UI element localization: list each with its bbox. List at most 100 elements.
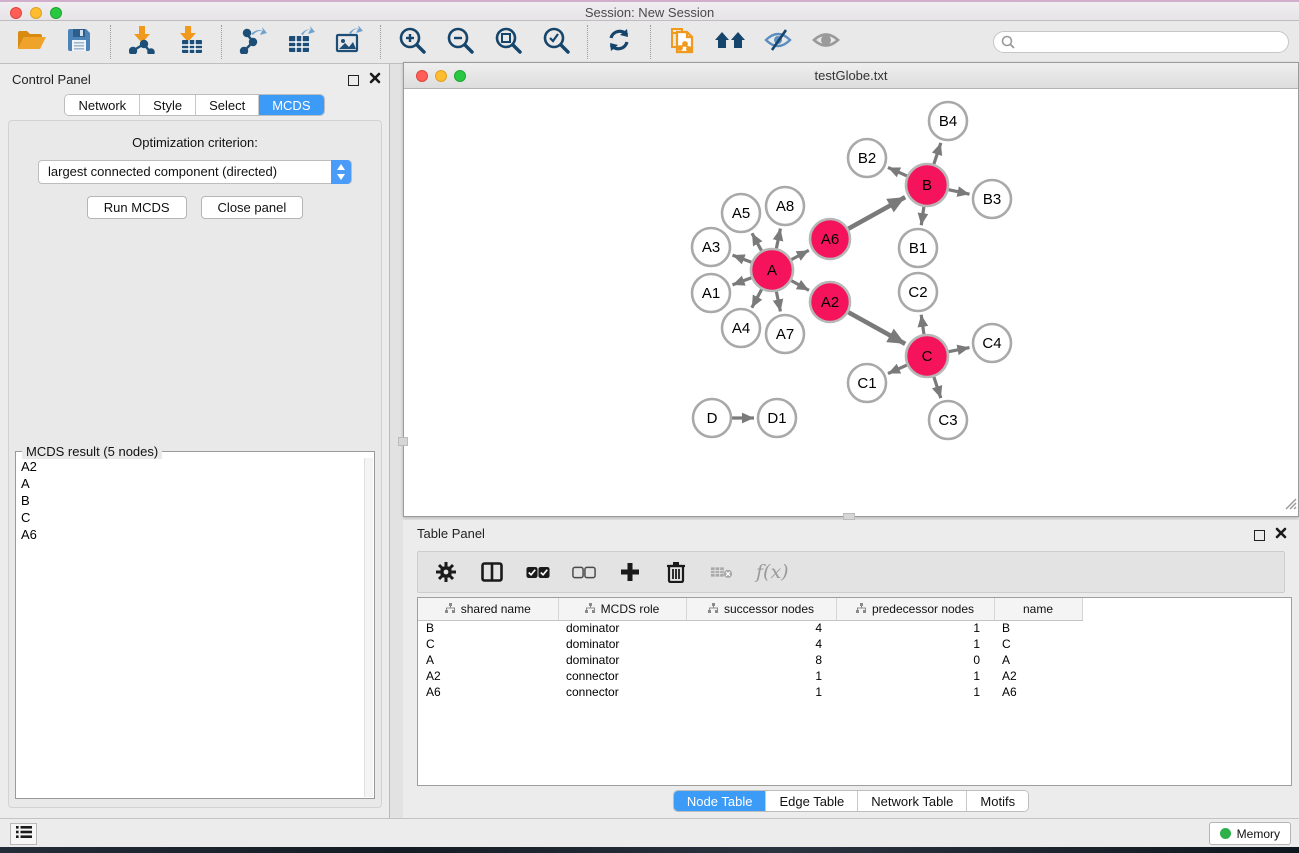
show-all-button[interactable] [809,25,843,59]
node-B3[interactable]: B3 [973,180,1011,218]
cell-MCDS-role[interactable]: connector [558,684,686,700]
column-view-button[interactable] [480,560,504,584]
tab-motifs[interactable]: Motifs [967,791,1028,811]
zoom-in-button[interactable] [395,25,429,59]
mcds-result-item[interactable]: A6 [17,526,364,543]
cell-MCDS-role[interactable]: dominator [558,620,686,636]
cell-name[interactable]: A2 [994,668,1082,684]
cell-predecessor-nodes[interactable]: 1 [836,620,994,636]
node-A1[interactable]: A1 [692,274,730,312]
cell-shared-name[interactable]: C [418,636,558,652]
table-row[interactable]: Bdominator41B [418,620,1291,636]
cell-successor-nodes[interactable]: 8 [686,652,836,668]
run-mcds-button[interactable]: Run MCDS [87,196,187,219]
network-window-titlebar[interactable]: testGlobe.txt [404,63,1298,89]
delete-column-button[interactable] [664,560,688,584]
column-header-successor-nodes[interactable]: successor nodes [686,598,836,620]
mcds-result-item[interactable]: A2 [17,458,364,475]
delete-table-button[interactable] [710,560,734,584]
mcds-result-list[interactable]: A2ABCA6 [17,458,364,797]
zoom-selected-button[interactable] [539,25,573,59]
close-table-panel-icon[interactable] [1275,526,1287,544]
cell-shared-name[interactable]: B [418,620,558,636]
edge-C-C2[interactable] [921,315,924,334]
cell-successor-nodes[interactable]: 1 [686,684,836,700]
refresh-button[interactable] [602,25,636,59]
tab-network[interactable]: Network [65,95,140,115]
mcds-result-item[interactable]: C [17,509,364,526]
cell-successor-nodes[interactable]: 1 [686,668,836,684]
mcds-list-scrollbar[interactable] [364,458,373,797]
edge-C-C1[interactable] [888,365,907,374]
column-header-predecessor-nodes[interactable]: predecessor nodes [836,598,994,620]
network-overview-button[interactable] [713,25,747,59]
column-header-MCDS-role[interactable]: MCDS role [558,598,686,620]
cell-predecessor-nodes[interactable]: 1 [836,684,994,700]
import-table-button[interactable] [173,25,207,59]
node-A8[interactable]: A8 [766,187,804,225]
edge-B-B3[interactable] [949,190,970,195]
tab-select[interactable]: Select [196,95,259,115]
splitter-handle[interactable] [843,513,855,520]
edge-A-A8[interactable] [776,229,780,249]
hide-selected-button[interactable] [761,25,795,59]
node-B1[interactable]: B1 [899,229,937,267]
task-history-button[interactable] [10,823,37,845]
node-C1[interactable]: C1 [848,364,886,402]
node-A2[interactable]: A2 [810,282,850,322]
node-D[interactable]: D [693,399,731,437]
column-header-shared-name[interactable]: shared name [418,598,558,620]
select-all-button[interactable] [526,560,550,584]
edge-A-A6[interactable] [791,250,808,259]
node-A3[interactable]: A3 [692,228,730,266]
close-panel-icon[interactable] [369,71,381,89]
tab-mcds[interactable]: MCDS [259,95,323,115]
cell-predecessor-nodes[interactable]: 1 [836,668,994,684]
cell-name[interactable]: C [994,636,1082,652]
cell-MCDS-role[interactable]: dominator [558,652,686,668]
search-input[interactable] [993,31,1289,53]
export-network-button[interactable] [236,25,270,59]
edge-C-C4[interactable] [949,348,970,352]
cell-name[interactable]: B [994,620,1082,636]
cell-name[interactable]: A6 [994,684,1082,700]
cell-successor-nodes[interactable]: 4 [686,620,836,636]
node-A6[interactable]: A6 [810,219,850,259]
edge-A-A7[interactable] [776,292,780,312]
node-B4[interactable]: B4 [929,102,967,140]
node-D1[interactable]: D1 [758,399,796,437]
node-A[interactable]: A [751,249,793,291]
cell-MCDS-role[interactable]: dominator [558,636,686,652]
network-canvas[interactable]: B4B2BB3A8A5A6A3B1AC2A1A2A4A7C4CC1C3DD1 [404,89,1298,516]
resize-grip-icon[interactable] [1283,496,1297,515]
memory-button[interactable]: Memory [1209,822,1291,845]
edge-A-A5[interactable] [752,233,762,250]
function-builder-button[interactable]: f(x) [756,561,789,583]
criterion-select[interactable]: largest connected component (directed) [38,160,352,184]
edge-A-A3[interactable] [733,255,752,262]
table-row[interactable]: Cdominator41C [418,636,1291,652]
table-options-gear-button[interactable] [434,560,458,584]
export-table-button[interactable] [284,25,318,59]
cell-shared-name[interactable]: A [418,652,558,668]
node-A4[interactable]: A4 [722,309,760,347]
edge-B-B4[interactable] [934,143,941,164]
clone-network-button[interactable] [665,25,699,59]
column-header-name[interactable]: name [994,598,1082,620]
edge-C-C3[interactable] [934,377,941,398]
add-column-button[interactable] [618,560,642,584]
cell-successor-nodes[interactable]: 4 [686,636,836,652]
import-network-button[interactable] [125,25,159,59]
export-image-button[interactable] [332,25,366,59]
zoom-out-button[interactable] [443,25,477,59]
cell-predecessor-nodes[interactable]: 0 [836,652,994,668]
float-panel-icon[interactable] [348,75,359,86]
mcds-result-item[interactable]: B [17,492,364,509]
cell-MCDS-role[interactable]: connector [558,668,686,684]
tab-network-table[interactable]: Network Table [858,791,967,811]
cell-name[interactable]: A [994,652,1082,668]
node-C3[interactable]: C3 [929,401,967,439]
node-C4[interactable]: C4 [973,324,1011,362]
table-row[interactable]: Adominator80A [418,652,1291,668]
node-A7[interactable]: A7 [766,315,804,353]
